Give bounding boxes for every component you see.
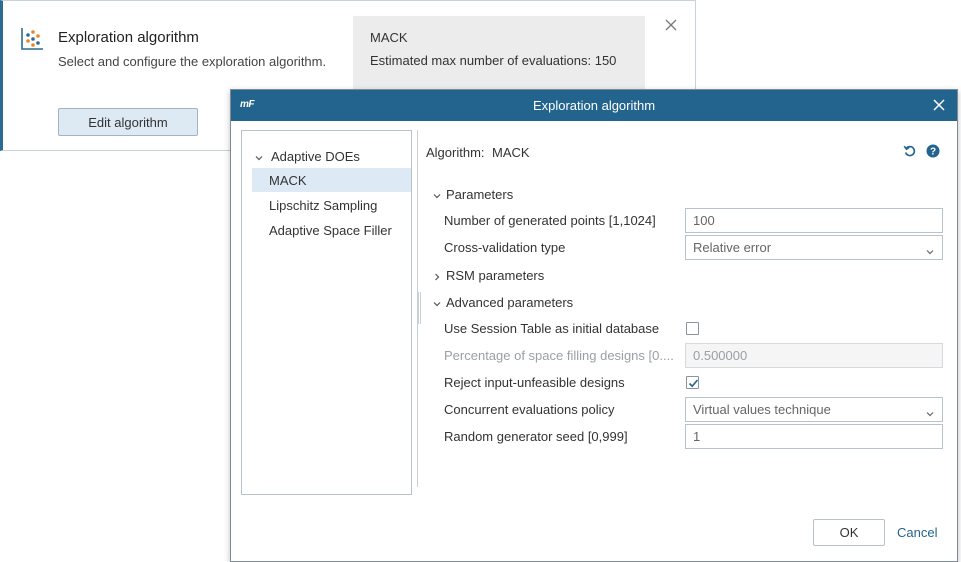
- algorithm-tree: Adaptive DOEs MACK Lipschitz Sampling Ad…: [241, 130, 412, 495]
- chevron-down-icon[interactable]: [254, 151, 264, 161]
- chevron-down-icon[interactable]: [432, 189, 442, 199]
- reset-icon[interactable]: [903, 144, 917, 158]
- chevron-down-icon: [925, 406, 935, 417]
- concurrent-policy-value: Virtual values technique: [693, 402, 831, 417]
- tree-group-label: Adaptive DOEs: [271, 148, 360, 164]
- concurrent-policy-select[interactable]: Virtual values technique: [685, 397, 943, 422]
- help-icon[interactable]: ?: [926, 144, 940, 158]
- chevron-down-icon: [925, 244, 935, 255]
- tree-item-label: Lipschitz Sampling: [269, 197, 378, 213]
- tree-group-adaptive-does[interactable]: Adaptive DOEs: [254, 146, 360, 166]
- dialog-title: Exploration algorithm: [532, 98, 656, 113]
- exploration-algorithm-dialog: mF Exploration algorithm Adaptive DOEs M…: [230, 89, 958, 562]
- space-filling-value: 0.500000: [693, 348, 748, 363]
- summary-estimated-evaluations: Estimated max number of evaluations: 150: [370, 53, 617, 68]
- concurrent-policy-label: Concurrent evaluations policy: [444, 402, 615, 417]
- cross-validation-value: Relative error: [693, 240, 772, 255]
- tree-item-adaptive-space-filler[interactable]: Adaptive Space Filler: [252, 218, 411, 242]
- algorithm-value: MACK: [492, 145, 530, 160]
- section-advanced-parameters[interactable]: Advanced parameters: [432, 293, 573, 311]
- space-filling-input: 0.500000: [685, 343, 943, 368]
- card-close-icon[interactable]: [663, 17, 679, 33]
- section-rsm-parameters[interactable]: RSM parameters: [432, 266, 544, 284]
- chevron-down-icon[interactable]: [432, 297, 442, 307]
- dialog-close-icon[interactable]: [932, 98, 946, 112]
- generated-points-value: 100: [693, 213, 715, 228]
- ok-button[interactable]: OK: [813, 519, 885, 546]
- reject-infeasible-checkbox[interactable]: [686, 376, 699, 389]
- random-seed-label: Random generator seed [0,999]: [444, 429, 628, 444]
- tree-item-label: Adaptive Space Filler: [269, 222, 392, 238]
- cross-validation-label: Cross-validation type: [444, 240, 566, 255]
- card-subtitle: Select and configure the exploration alg…: [58, 54, 327, 69]
- splitter-grip[interactable]: [418, 292, 421, 324]
- scatter-chart-icon: [19, 26, 45, 52]
- section-label: RSM parameters: [446, 267, 545, 283]
- chevron-right-icon[interactable]: [432, 270, 442, 281]
- reject-infeasible-label: Reject input-unfeasible designs: [444, 375, 625, 390]
- card-title: Exploration algorithm: [58, 29, 199, 46]
- use-session-table-label: Use Session Table as initial database: [444, 321, 660, 336]
- edit-algorithm-button[interactable]: Edit algorithm: [58, 108, 198, 136]
- algorithm-summary-panel: MACK Estimated max number of evaluations…: [353, 16, 645, 91]
- algorithm-label: Algorithm:: [426, 145, 485, 160]
- use-session-table-checkbox[interactable]: [686, 322, 699, 335]
- tree-item-label: MACK: [269, 172, 307, 188]
- cancel-button[interactable]: Cancel: [897, 525, 937, 540]
- random-seed-value: 1: [693, 429, 701, 444]
- generated-points-label: Number of generated points [1,1024]: [444, 213, 656, 228]
- tree-item-mack[interactable]: MACK: [252, 168, 411, 192]
- dialog-titlebar[interactable]: mF Exploration algorithm: [231, 90, 957, 121]
- generated-points-input[interactable]: 100: [685, 208, 943, 233]
- cross-validation-select[interactable]: Relative error: [685, 235, 943, 260]
- checkmark-icon: [688, 379, 699, 388]
- section-label: Parameters: [446, 186, 514, 202]
- section-label: Advanced parameters: [446, 294, 574, 310]
- section-parameters[interactable]: Parameters: [432, 185, 513, 203]
- summary-algorithm-name: MACK: [370, 30, 408, 45]
- tree-item-lipschitz-sampling[interactable]: Lipschitz Sampling: [252, 193, 411, 217]
- svg-text:?: ?: [930, 147, 936, 158]
- space-filling-label: Percentage of space filling designs [0..…: [444, 348, 674, 363]
- random-seed-input[interactable]: 1: [685, 424, 943, 449]
